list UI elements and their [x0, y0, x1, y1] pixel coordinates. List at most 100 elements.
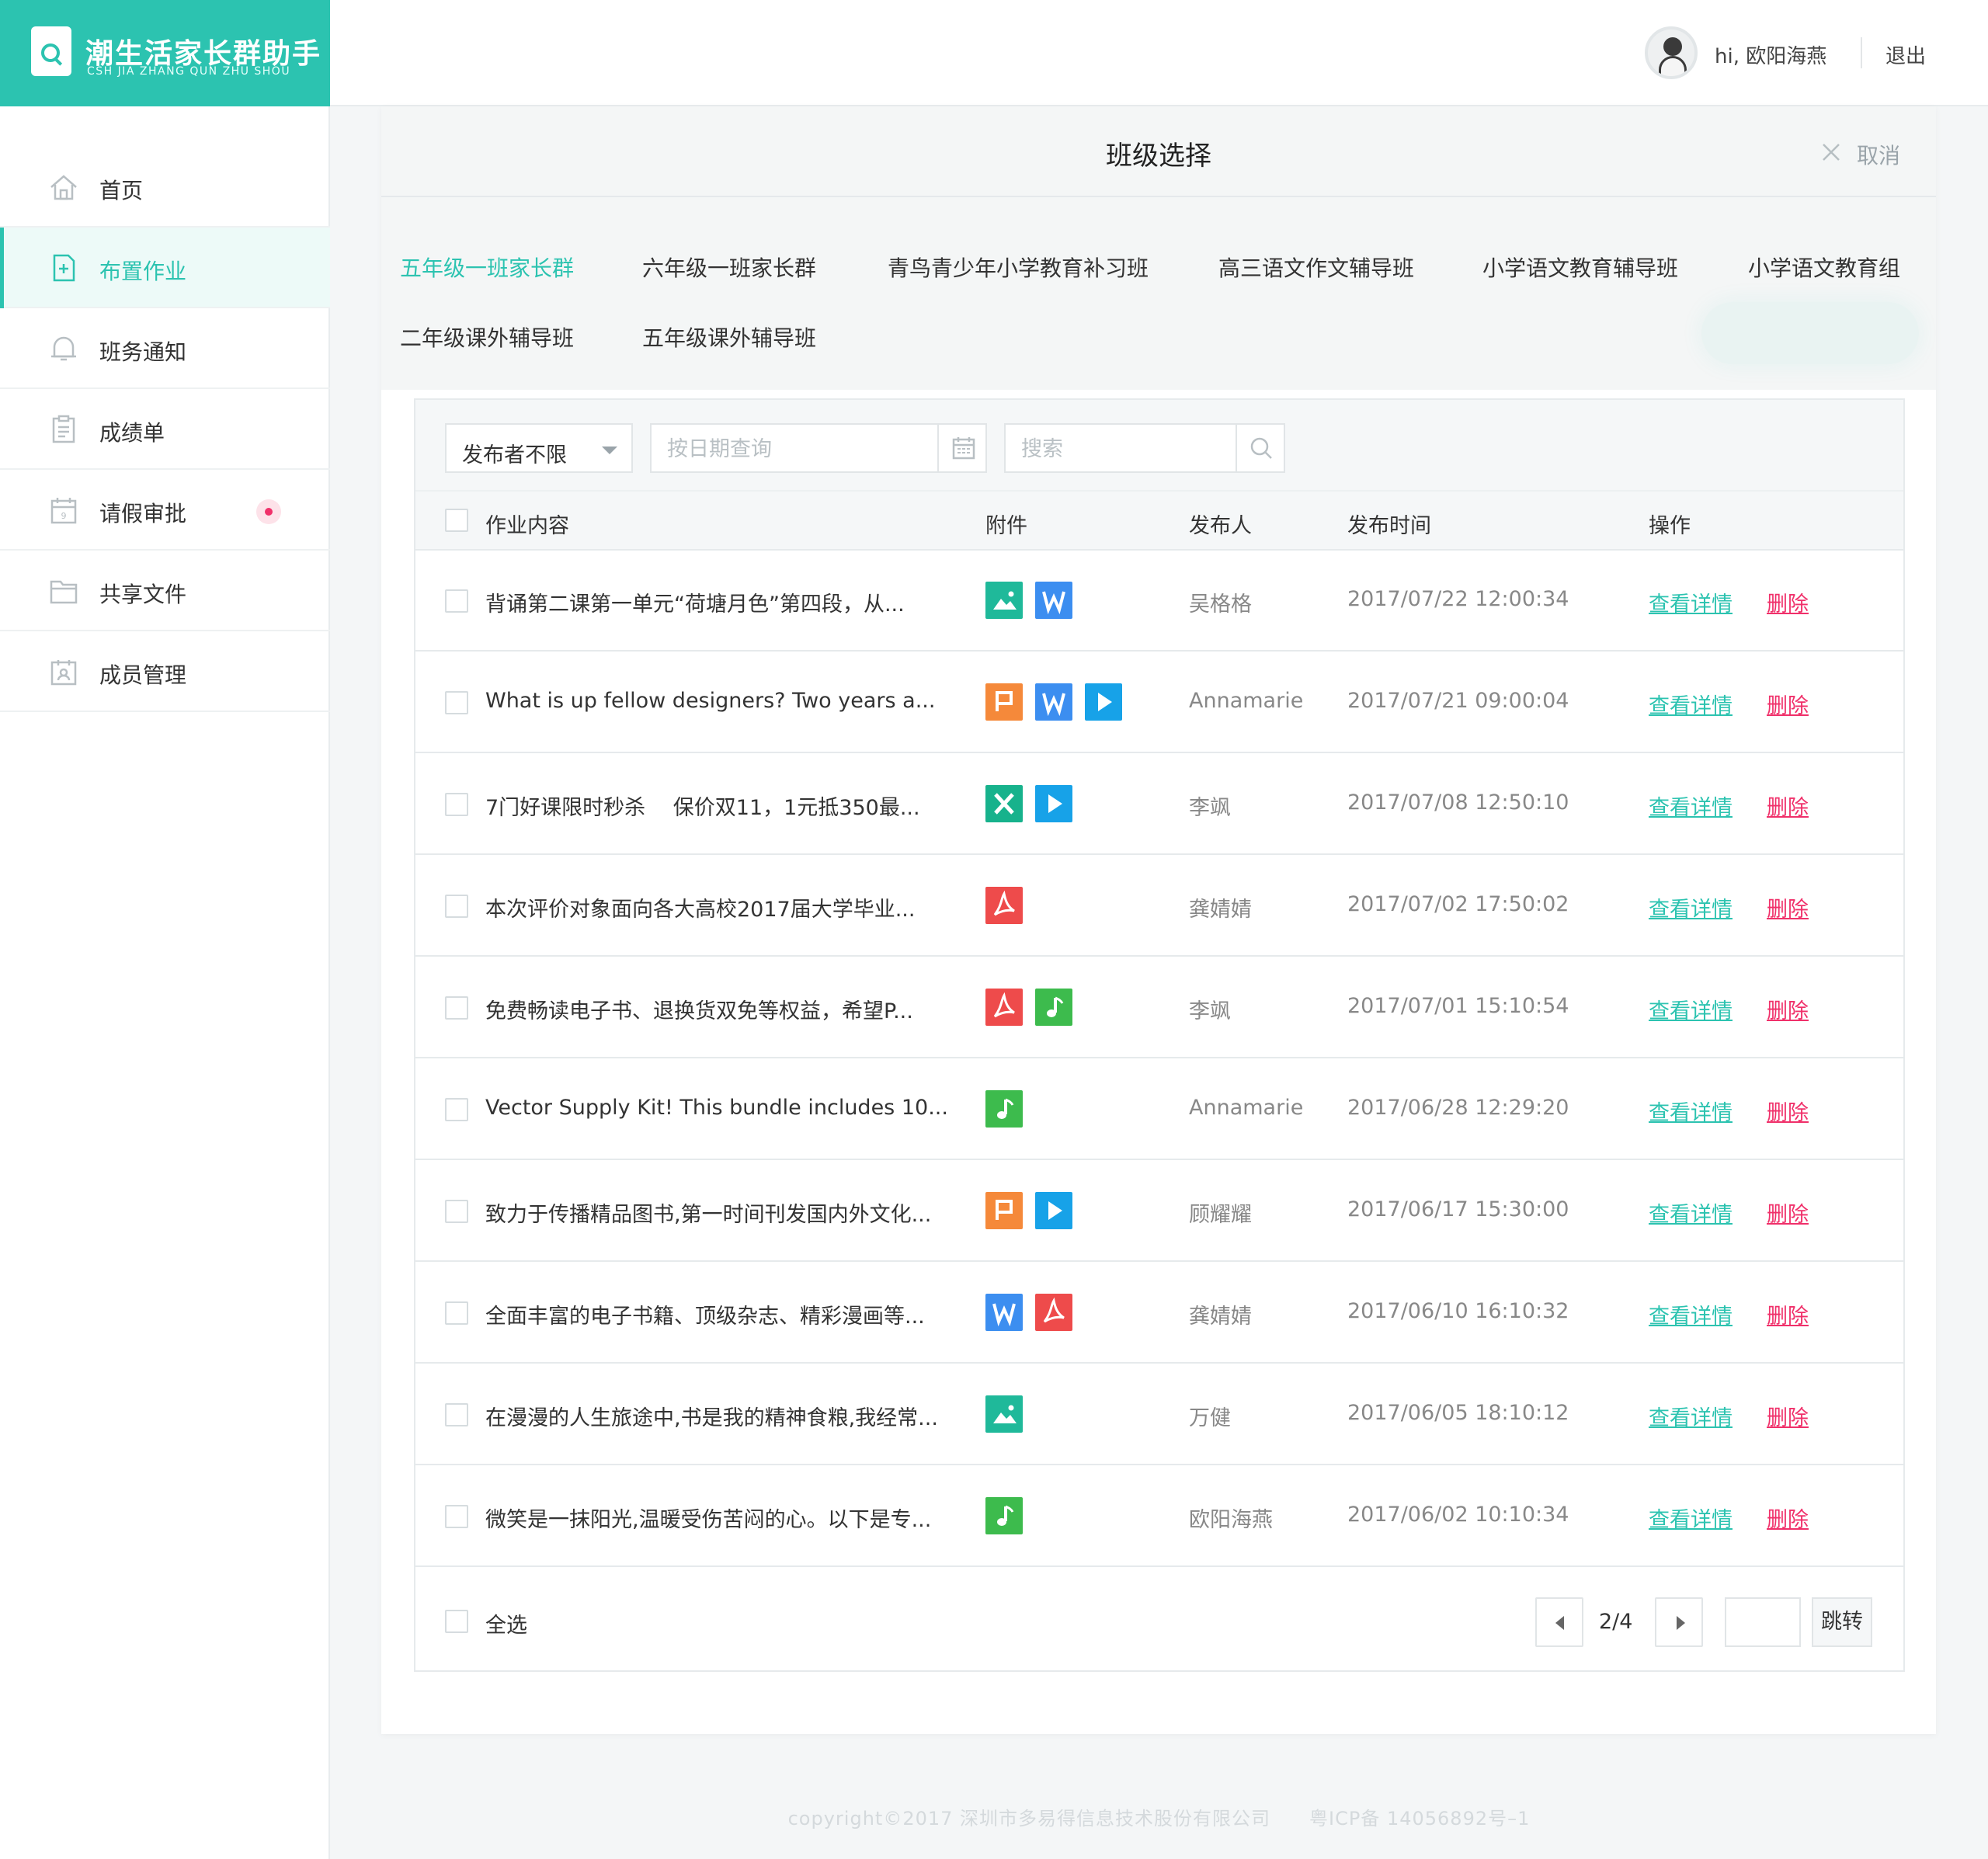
music-file-icon[interactable] — [985, 1497, 1023, 1534]
delete-link[interactable]: 删除 — [1767, 689, 1809, 719]
row-checkbox[interactable] — [445, 1505, 468, 1528]
divider — [1861, 37, 1862, 68]
view-details-link[interactable]: 查看详情 — [1649, 689, 1733, 719]
view-details-link[interactable]: 查看详情 — [1649, 791, 1733, 821]
sidebar-item-leave[interactable]: 9 请假审批 — [0, 470, 330, 551]
publish-time: 2017/06/05 18:10:12 — [1347, 1401, 1569, 1425]
logout-link[interactable]: 退出 — [1885, 40, 1926, 69]
brand-logo[interactable]: 潮生活家长群助手 CSH JIA ZHANG QUN ZHU SHOU — [0, 0, 330, 106]
prev-page-button[interactable] — [1535, 1597, 1583, 1647]
view-details-link[interactable]: 查看详情 — [1649, 994, 1733, 1024]
cancel-button[interactable]: 取消 — [1857, 139, 1900, 170]
publish-time: 2017/07/21 09:00:04 — [1347, 689, 1569, 713]
class-option[interactable]: 五年级课外辅导班 — [642, 321, 816, 353]
table-row: 微笑是一抹阳光,温暖受伤苦闷的心。以下是专... 欧阳海燕 2017/06/02 1… — [415, 1466, 1903, 1567]
delete-link[interactable]: 删除 — [1767, 791, 1809, 821]
row-checkbox[interactable] — [445, 691, 468, 714]
pdf-file-icon[interactable] — [985, 887, 1023, 924]
row-checkbox[interactable] — [445, 1200, 468, 1223]
sidebar-item-label: 布置作业 — [99, 259, 187, 284]
pdf-file-icon[interactable] — [985, 989, 1023, 1026]
publisher-select[interactable]: 发布者不限 — [445, 423, 633, 473]
view-details-link[interactable]: 查看详情 — [1649, 892, 1733, 923]
class-option[interactable]: 高三语文作文辅导班 — [1218, 252, 1414, 283]
publisher: 李飒 — [1189, 999, 1231, 1023]
ppt-file-icon[interactable] — [985, 683, 1023, 721]
delete-link[interactable]: 删除 — [1767, 1401, 1809, 1431]
sidebar-item-notice[interactable]: 班务通知 — [0, 308, 330, 389]
delete-link[interactable]: 删除 — [1767, 1096, 1809, 1126]
sidebar-item-home[interactable]: 首页 — [0, 147, 330, 228]
table-row: 全面丰富的电子书籍、顶级杂志、精彩漫画等... 龚婧婧 2017/06/10 16:… — [415, 1263, 1903, 1364]
calendar-button[interactable] — [937, 425, 985, 471]
page-number-input[interactable] — [1726, 1599, 1796, 1642]
word-file-icon[interactable] — [985, 1294, 1023, 1331]
header-checkbox[interactable] — [445, 509, 468, 532]
sidebar-nav: 首页 布置作业 班务通知 成绩单 9 请假审批 共享文件 成员管理 — [0, 147, 330, 712]
video-file-icon[interactable] — [1035, 1192, 1072, 1229]
main-card: 班级选择 取消 五年级一班家长群 六年级一班家长群 青鸟青少年小学教育补习班 高… — [381, 106, 1936, 1734]
pdf-file-icon[interactable] — [1035, 1294, 1072, 1331]
music-file-icon[interactable] — [985, 1090, 1023, 1128]
column-header: 发布人 — [1189, 514, 1252, 538]
row-checkbox[interactable] — [445, 793, 468, 816]
view-details-link[interactable]: 查看详情 — [1649, 1401, 1733, 1431]
assignment-title: 在漫漫的人生旅途中,书是我的精神食粮,我经常... — [485, 1406, 938, 1430]
row-checkbox[interactable] — [445, 1301, 468, 1325]
select-all-checkbox[interactable] — [445, 1610, 468, 1633]
delete-link[interactable]: 删除 — [1767, 1503, 1809, 1533]
table-row: 本次评价对象面向各大高校2017届大学毕业... 龚婧婧 2017/07/02 17… — [415, 856, 1903, 957]
row-checkbox[interactable] — [445, 996, 468, 1020]
class-option[interactable]: 五年级一班家长群 — [400, 252, 574, 283]
image-file-icon[interactable] — [985, 582, 1023, 619]
video-file-icon[interactable] — [1035, 785, 1072, 822]
class-option[interactable]: 青鸟青少年小学教育补习班 — [888, 252, 1149, 283]
delete-link[interactable]: 删除 — [1767, 892, 1809, 923]
sidebar-item-files[interactable]: 共享文件 — [0, 551, 330, 631]
assignment-icon — [53, 254, 75, 282]
date-input[interactable] — [667, 436, 923, 462]
svg-text:9: 9 — [61, 511, 67, 521]
sidebar-item-members[interactable]: 成员管理 — [0, 631, 330, 712]
avatar[interactable] — [1645, 26, 1698, 79]
table-row: 免费畅读电子书、退换货双免等权益，希望P... 李飒 2017/07/01 15:1… — [415, 957, 1903, 1058]
video-file-icon[interactable] — [1085, 683, 1122, 721]
date-filter — [650, 423, 987, 473]
image-file-icon[interactable] — [985, 1395, 1023, 1433]
class-option[interactable]: 六年级一班家长群 — [642, 252, 816, 283]
table-row: 在漫漫的人生旅途中,书是我的精神食粮,我经常... 万健 2017/06/05 18… — [415, 1364, 1903, 1465]
row-checkbox[interactable] — [445, 589, 468, 613]
search-icon — [1250, 437, 1272, 459]
delete-link[interactable]: 删除 — [1767, 994, 1809, 1024]
excel-file-icon[interactable] — [985, 785, 1023, 822]
sidebar-item-assignment[interactable]: 布置作业 — [0, 228, 330, 308]
table-row: 7门好课限时秒杀 保价双11，1元抵350最... 李飒 2017/07/08 12… — [415, 754, 1903, 855]
music-file-icon[interactable] — [1035, 989, 1072, 1026]
jump-button[interactable]: 跳转 — [1812, 1597, 1872, 1647]
word-file-icon[interactable] — [1035, 683, 1072, 721]
next-page-button[interactable] — [1655, 1597, 1703, 1647]
delete-link[interactable]: 删除 — [1767, 1197, 1809, 1228]
row-checkbox[interactable] — [445, 895, 468, 918]
ppt-file-icon[interactable] — [985, 1192, 1023, 1229]
view-details-link[interactable]: 查看详情 — [1649, 1503, 1733, 1533]
close-icon[interactable] — [1819, 141, 1843, 164]
word-file-icon[interactable] — [1035, 582, 1072, 619]
view-details-link[interactable]: 查看详情 — [1649, 587, 1733, 617]
caret-down-icon — [602, 447, 617, 454]
class-option[interactable]: 小学语文教育组 — [1748, 252, 1900, 283]
view-details-link[interactable]: 查看详情 — [1649, 1299, 1733, 1329]
delete-link[interactable]: 删除 — [1767, 1299, 1809, 1329]
view-details-link[interactable]: 查看详情 — [1649, 1096, 1733, 1126]
view-details-link[interactable]: 查看详情 — [1649, 1197, 1733, 1228]
delete-link[interactable]: 删除 — [1767, 587, 1809, 617]
row-checkbox[interactable] — [445, 1098, 468, 1121]
publish-time: 2017/07/22 12:00:34 — [1347, 587, 1569, 611]
home-icon — [50, 175, 77, 200]
filter-bar: 发布者不限 — [415, 400, 1903, 490]
search-button[interactable] — [1236, 425, 1284, 471]
row-checkbox[interactable] — [445, 1403, 468, 1426]
sidebar-item-grades[interactable]: 成绩单 — [0, 389, 330, 470]
class-option[interactable]: 小学语文教育辅导班 — [1482, 252, 1678, 283]
class-option[interactable]: 二年级课外辅导班 — [400, 321, 574, 353]
